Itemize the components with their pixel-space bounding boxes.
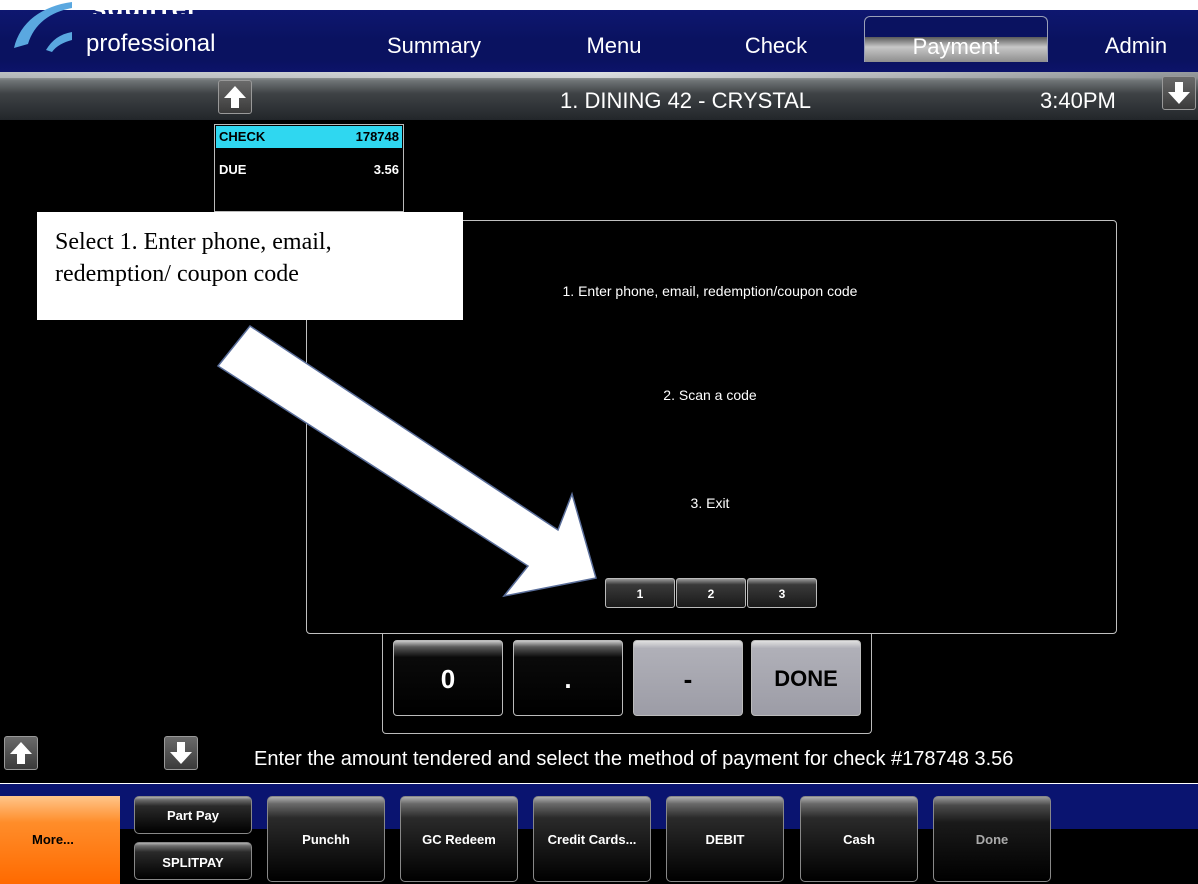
clock: 3:40PM <box>1040 88 1116 113</box>
due-label: DUE <box>219 162 247 177</box>
due-row: DUE 3.56 <box>216 159 402 181</box>
splitpay-button[interactable]: SPLITPAY <box>134 842 252 880</box>
option-1-button[interactable]: 1 <box>605 578 675 608</box>
gc-redeem-button[interactable]: GC Redeem <box>400 796 518 882</box>
arrow-down-icon <box>170 742 192 764</box>
list-down-button[interactable] <box>164 736 198 770</box>
check-summary-box[interactable]: CHECK 178748 DUE 3.56 <box>214 124 404 212</box>
list-up-button[interactable] <box>4 736 38 770</box>
scroll-up-button[interactable] <box>218 80 252 114</box>
cash-button[interactable]: Cash <box>800 796 918 882</box>
debit-button[interactable]: DEBIT <box>666 796 784 882</box>
option-2-button[interactable]: 2 <box>676 578 746 608</box>
keypad: 0 . - DONE <box>382 634 872 734</box>
option-enter-code: 1. Enter phone, email, redemption/coupon… <box>562 283 858 299</box>
arrow-up-icon <box>10 742 32 764</box>
key-minus[interactable]: - <box>633 640 743 716</box>
check-row[interactable]: CHECK 178748 <box>216 126 402 148</box>
key-0[interactable]: 0 <box>393 640 503 716</box>
arrow-up-icon <box>224 86 246 108</box>
key-decimal[interactable]: . <box>513 640 623 716</box>
instruction-message: Enter the amount tendered and select the… <box>254 748 1014 770</box>
squirrel-logo-icon <box>14 2 72 52</box>
option-exit: 3. Exit <box>690 495 730 511</box>
part-pay-button[interactable]: Part Pay <box>134 796 252 834</box>
tab-summary[interactable]: Summary <box>374 30 494 62</box>
tab-admin[interactable]: Admin <box>1086 30 1186 62</box>
punchh-button[interactable]: Punchh <box>267 796 385 882</box>
scroll-down-button[interactable] <box>1162 76 1196 110</box>
tab-check[interactable]: Check <box>722 30 830 62</box>
logo-wordmark-top: squirrel <box>92 0 195 14</box>
arrow-down-icon <box>1168 82 1190 104</box>
due-amount: 3.56 <box>373 162 399 177</box>
tab-menu[interactable]: Menu <box>566 30 662 62</box>
option-scan-code: 2. Scan a code <box>663 387 757 403</box>
status-bar-highlight <box>0 72 1198 78</box>
logo-wordmark: professional <box>86 30 216 57</box>
tutorial-callout: Select 1. Enter phone, email, redemption… <box>37 212 463 320</box>
tab-payment[interactable]: Payment <box>864 16 1048 62</box>
top-nav-bar: squirrel professional Summary Menu Check… <box>0 0 1198 72</box>
table-title: 1. DINING 42 - CRYSTAL <box>560 88 812 113</box>
option-3-button[interactable]: 3 <box>747 578 817 608</box>
more-button[interactable]: More... <box>0 796 120 884</box>
key-done[interactable]: DONE <box>751 640 861 716</box>
check-number: 178748 <box>355 129 399 144</box>
check-label: CHECK <box>219 129 266 144</box>
done-button[interactable]: Done <box>933 796 1051 882</box>
credit-cards-button[interactable]: Credit Cards... <box>533 796 651 882</box>
